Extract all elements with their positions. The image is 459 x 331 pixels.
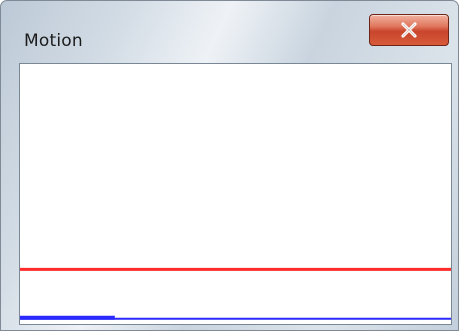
motion-plot-area	[19, 63, 452, 325]
title-bar[interactable]: Motion	[1, 1, 458, 63]
close-button[interactable]	[369, 14, 449, 46]
motion-plot	[20, 267, 451, 320]
close-icon	[401, 22, 417, 38]
motion-window: Motion	[0, 0, 459, 331]
window-title: Motion	[24, 31, 83, 51]
